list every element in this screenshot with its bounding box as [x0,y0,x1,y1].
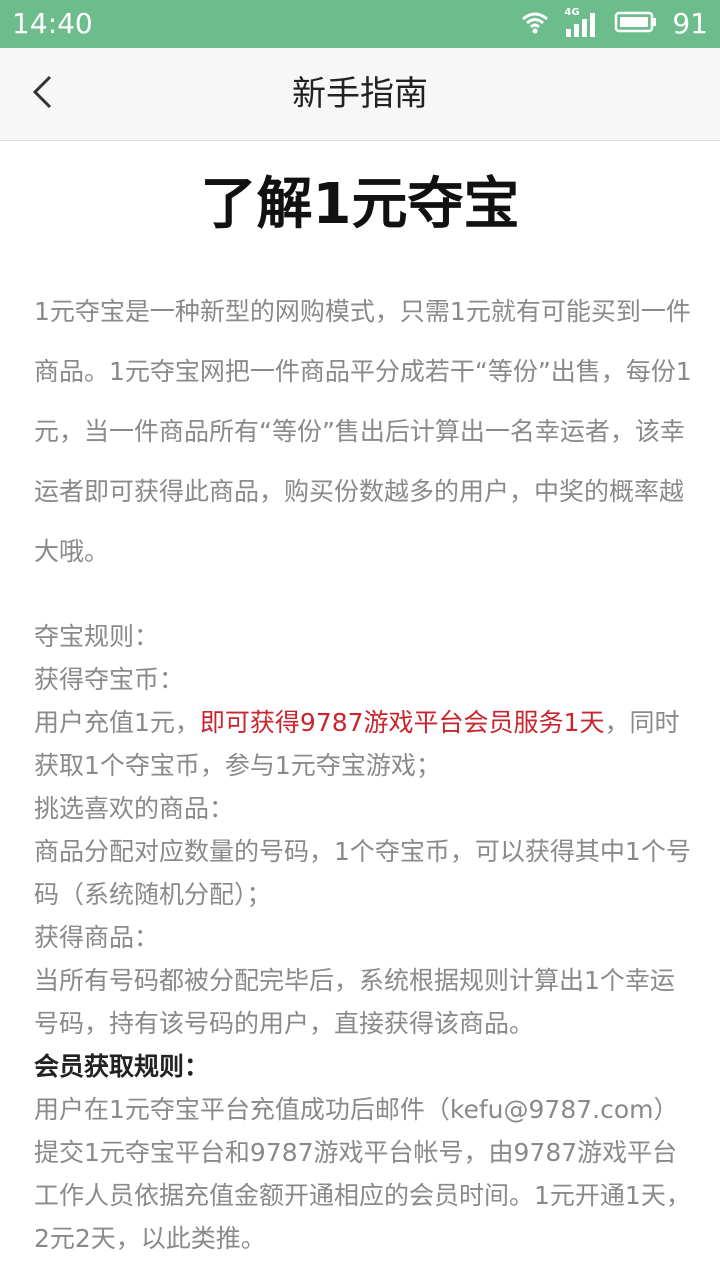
recharge-paragraph: 用户充值1元，即可获得9787游戏平台会员服务1天，同时获取1个夺宝币，参与1元… [34,701,694,787]
page-title: 新手指南 [292,74,428,114]
signal-icon: 4G [564,7,600,39]
article-content[interactable]: 了解1元夺宝 1元夺宝是一种新型的网购模式，只需1元就有可能买到一件商品。1元夺… [0,141,720,1280]
battery-level: 91 [672,7,708,40]
get-coins-heading: 获得夺宝币： [34,665,185,694]
article-title: 了解1元夺宝 [200,172,520,237]
rules-heading: 夺宝规则： [34,622,160,651]
recharge-highlight: 即可获得9787游戏平台会员服务1天 [199,708,605,737]
choose-heading: 挑选喜欢的商品： [34,794,235,823]
wifi-icon [520,10,550,38]
status-time: 14:40 [12,7,93,40]
battery-icon [614,10,658,38]
status-icons: 4G 91 [520,0,708,48]
intro-paragraph: 1元夺宝是一种新型的网购模式，只需1元就有可能买到一件商品。1元夺宝网把一件商品… [34,297,692,566]
status-bar: 14:40 4G 91 [0,0,720,48]
nav-bar: 新手指南 [0,48,720,141]
rules-section: 夺宝规则： 获得夺宝币： 用户充值1元，即可获得9787游戏平台会员服务1天，同… [34,615,694,1260]
member-text: 用户在1元夺宝平台充值成功后邮件（kefu@9787.com）提交1元夺宝平台和… [34,1095,691,1253]
obtain-heading: 获得商品： [34,923,160,952]
recharge-text-prefix: 用户充值1元， [34,708,200,737]
member-heading: 会员获取规则： [34,1052,210,1081]
choose-text: 商品分配对应数量的号码，1个夺宝币，可以获得其中1个号码（系统随机分配）； [34,837,691,909]
obtain-text: 当所有号码都被分配完毕后，系统根据规则计算出1个幸运号码，持有该号码的用户，直接… [34,966,675,1038]
